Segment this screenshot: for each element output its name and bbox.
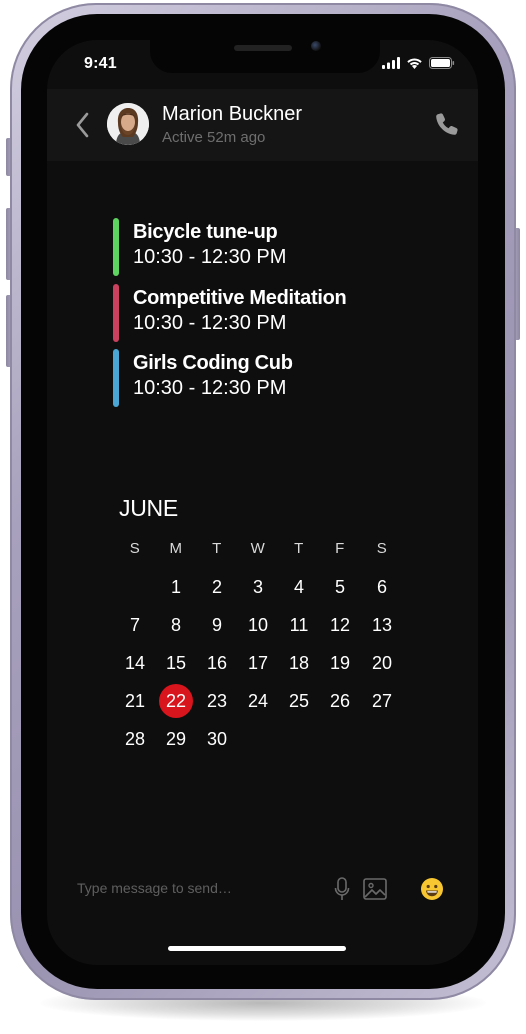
calendar-day[interactable]: 11 — [282, 608, 316, 642]
calendar-day[interactable]: 12 — [323, 608, 357, 642]
weekday-label: F — [335, 540, 345, 557]
contact-status: Active 52m ago — [162, 129, 266, 146]
microphone-icon[interactable] — [334, 877, 350, 901]
weekday-label: S — [129, 540, 141, 557]
avatar[interactable] — [107, 103, 149, 145]
calendar-day[interactable]: 16 — [200, 646, 234, 680]
calendar-day[interactable]: 19 — [323, 646, 357, 680]
calendar-day[interactable]: 3 — [241, 570, 275, 604]
calendar-day[interactable]: 21 — [118, 684, 152, 718]
calendar-day[interactable]: 6 — [365, 570, 399, 604]
calendar-day[interactable]: 17 — [241, 646, 275, 680]
calendar-day[interactable]: 20 — [365, 646, 399, 680]
status-icons — [382, 57, 455, 69]
emoji-icon[interactable] — [420, 877, 444, 901]
event-color-bar — [113, 284, 119, 342]
event-title: Competitive Meditation — [133, 287, 347, 309]
calendar-month: JUNE — [119, 495, 178, 521]
event-color-bar — [113, 218, 119, 276]
speaker-grille — [234, 45, 292, 51]
calendar-day[interactable]: 23 — [200, 684, 234, 718]
home-indicator[interactable] — [168, 946, 346, 951]
weekday-label: M — [169, 540, 183, 557]
notch — [150, 40, 380, 73]
calendar-day[interactable]: 30 — [200, 722, 234, 756]
weekday-label: W — [250, 540, 266, 557]
message-input[interactable] — [77, 880, 277, 896]
calendar-day[interactable]: 14 — [118, 646, 152, 680]
image-icon[interactable] — [363, 878, 387, 900]
calendar-day[interactable]: 28 — [118, 722, 152, 756]
calendar-day[interactable]: 5 — [323, 570, 357, 604]
calendar-day[interactable]: 25 — [282, 684, 316, 718]
cellular-signal-icon — [382, 57, 400, 69]
calendar-day[interactable]: 9 — [200, 608, 234, 642]
battery-icon — [429, 57, 455, 69]
event-title: Girls Coding Cub — [133, 352, 293, 374]
avatar-portrait — [107, 103, 149, 145]
front-camera — [311, 41, 321, 51]
calendar-day[interactable]: 1 — [159, 570, 193, 604]
calendar-day[interactable]: 26 — [323, 684, 357, 718]
status-time: 9:41 — [84, 55, 117, 72]
calendar-day[interactable]: 27 — [365, 684, 399, 718]
calendar-day[interactable]: 18 — [282, 646, 316, 680]
calendar-day[interactable]: 2 — [200, 570, 234, 604]
chevron-left-icon[interactable] — [72, 110, 96, 140]
chat-header: Marion Buckner Active 52m ago — [47, 89, 478, 161]
calendar-day[interactable]: 24 — [241, 684, 275, 718]
weekday-label: T — [294, 540, 304, 557]
phone-screen: 9:41 Marion Buckner Active 52m ago Bicyc… — [47, 40, 478, 965]
calendar-day[interactable]: 10 — [241, 608, 275, 642]
calendar-day[interactable]: 15 — [159, 646, 193, 680]
calendar-day[interactable]: 29 — [159, 722, 193, 756]
calendar-day[interactable]: 8 — [159, 608, 193, 642]
weekday-label: T — [212, 540, 222, 557]
weekday-label: S — [376, 540, 388, 557]
event-color-bar — [113, 349, 119, 407]
calendar-day[interactable]: 13 — [365, 608, 399, 642]
contact-name[interactable]: Marion Buckner — [162, 103, 302, 126]
calendar-day[interactable]: 4 — [282, 570, 316, 604]
event-time: 10:30 - 12:30 PM — [133, 377, 287, 399]
wifi-icon — [407, 58, 422, 69]
calendar-day-selected[interactable]: 22 — [159, 684, 193, 718]
screenshot-stage: 9:41 Marion Buckner Active 52m ago Bicyc… — [0, 0, 526, 1034]
event-time: 10:30 - 12:30 PM — [133, 246, 287, 268]
event-time: 10:30 - 12:30 PM — [133, 312, 287, 334]
calendar-day[interactable]: 7 — [118, 608, 152, 642]
event-title: Bicycle tune-up — [133, 221, 278, 243]
phone-icon[interactable] — [433, 110, 461, 138]
